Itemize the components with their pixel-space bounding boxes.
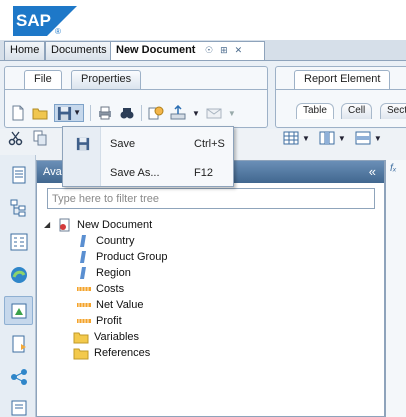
save-split-button[interactable]: ▼: [54, 104, 84, 122]
menu-item-save[interactable]: Save Ctrl+S: [63, 131, 233, 157]
folder-icon: [73, 348, 89, 360]
document-structure-icon[interactable]: [9, 165, 29, 185]
save-icon: [76, 137, 90, 151]
insert-row-icon[interactable]: [355, 130, 371, 146]
shared-elements-icon[interactable]: [9, 367, 29, 387]
new-document-icon[interactable]: [10, 105, 26, 121]
tree-item-profit[interactable]: Profit: [77, 313, 122, 329]
report-canvas-edge: fₓ: [385, 160, 406, 417]
sap-logo: SAP ®: [13, 6, 77, 36]
tree-item-label: Product Group: [96, 251, 168, 263]
chevron-down-icon[interactable]: ▼: [338, 134, 346, 143]
close-tab-icon[interactable]: ✕: [235, 43, 243, 57]
collapse-panel-icon[interactable]: «: [369, 161, 376, 183]
find-icon[interactable]: [119, 105, 135, 121]
tree-item-label: Country: [96, 235, 135, 247]
tree-item-costs[interactable]: Costs: [77, 281, 124, 297]
input-controls-icon[interactable]: [9, 232, 29, 252]
mail-dropdown-icon[interactable]: ▼: [228, 109, 236, 118]
menu-item-label: Save: [110, 138, 136, 150]
tree-item-product-group[interactable]: Product Group: [77, 249, 168, 265]
tree-item-country[interactable]: Country: [77, 233, 135, 249]
ribbon: File Properties ▼ ▼ ▼ Report Element Tab…: [0, 61, 406, 129]
left-side-rail: [0, 155, 36, 417]
expand-toggle-icon[interactable]: ◢: [44, 217, 53, 233]
tab-window-controls: ☉ ⊞ ✕: [205, 43, 242, 57]
tree-item-label: Net Value: [96, 299, 144, 311]
tree-root[interactable]: ◢ New Document: [44, 217, 152, 233]
comments-icon[interactable]: [9, 398, 29, 417]
menu-item-save-as[interactable]: Save As... F12: [63, 160, 233, 186]
export-dropdown-icon[interactable]: ▼: [192, 109, 200, 118]
chevron-down-icon: ▼: [73, 108, 81, 117]
tab-documents[interactable]: Documents: [45, 41, 113, 60]
menu-item-shortcut: Ctrl+S: [194, 138, 225, 150]
document-tab-bar: Home Documents New Document ☉ ⊞ ✕: [0, 40, 406, 61]
restore-icon[interactable]: ⊞: [220, 43, 228, 57]
dimension-icon: [80, 235, 86, 247]
chevron-down-icon[interactable]: ▼: [374, 134, 382, 143]
svg-text:®: ®: [55, 27, 61, 36]
pin-icon[interactable]: ☉: [205, 43, 213, 57]
measure-icon: [77, 319, 91, 323]
logo-bar: SAP ®: [0, 0, 406, 42]
tab-file[interactable]: File: [24, 70, 62, 89]
tab-properties[interactable]: Properties: [71, 70, 142, 89]
export-icon[interactable]: [170, 105, 186, 121]
tab-cell[interactable]: Cell: [341, 103, 373, 119]
send-mail-icon[interactable]: [206, 105, 222, 121]
tree-item-label: New Document: [77, 219, 153, 231]
tree-item-label: Variables: [94, 331, 140, 343]
tree-item-net-value[interactable]: Net Value: [77, 297, 144, 313]
tree-item-references[interactable]: References: [73, 345, 150, 361]
svg-text:SAP: SAP: [16, 11, 51, 30]
tab-section[interactable]: Sect: [380, 103, 406, 119]
report-filter-icon[interactable]: [9, 334, 29, 354]
toolbar-separator: [141, 105, 142, 121]
ribbon-divider: [275, 89, 406, 90]
tree-item-label: References: [94, 347, 151, 359]
history-icon[interactable]: [148, 105, 164, 121]
tab-new-document-label: New Document: [116, 44, 196, 56]
save-dropdown-menu: Save Ctrl+S Save As... F12: [62, 126, 234, 187]
ribbon-divider: [4, 89, 268, 90]
copy-icon[interactable]: [32, 130, 48, 146]
cut-icon[interactable]: [8, 130, 24, 146]
measure-icon: [77, 287, 91, 291]
toolbar-separator: [90, 105, 91, 121]
dimension-icon: [80, 251, 86, 263]
table-layout-icon[interactable]: [283, 130, 299, 146]
insert-column-icon[interactable]: [319, 130, 335, 146]
save-icon: [57, 106, 72, 121]
folder-icon: [73, 332, 89, 344]
menu-item-label: Save As...: [110, 167, 160, 179]
available-objects-icon[interactable]: [4, 296, 33, 325]
filter-tree-input[interactable]: [47, 188, 375, 209]
left-lower-toolbar: [8, 127, 48, 149]
formula-icon[interactable]: fₓ: [390, 163, 397, 174]
menu-item-shortcut: F12: [194, 167, 213, 179]
table-layout-toolbar: ▼ ▼ ▼: [283, 127, 382, 149]
panel-title: Ava: [43, 166, 62, 178]
file-toolbar: ▼ ▼ ▼: [10, 104, 236, 122]
tree-item-variables[interactable]: Variables: [73, 329, 139, 345]
document-icon: [59, 218, 70, 232]
open-folder-icon[interactable]: [32, 105, 48, 121]
outline-tree-icon[interactable]: [9, 198, 29, 218]
measure-icon: [77, 303, 91, 307]
tab-report-element[interactable]: Report Element: [294, 70, 391, 89]
available-objects-panel: Ava « ◢ New Document Country Product Gro…: [36, 160, 385, 417]
tree-item-region[interactable]: Region: [77, 265, 131, 281]
tab-table[interactable]: Table: [296, 103, 334, 119]
data-source-icon[interactable]: [9, 265, 29, 285]
dimension-icon: [80, 267, 86, 279]
tab-home[interactable]: Home: [4, 41, 46, 60]
print-icon[interactable]: [97, 105, 113, 121]
tree-item-label: Region: [96, 267, 131, 279]
chevron-down-icon[interactable]: ▼: [302, 134, 310, 143]
tree-item-label: Costs: [96, 283, 125, 295]
tree-item-label: Profit: [96, 315, 122, 327]
